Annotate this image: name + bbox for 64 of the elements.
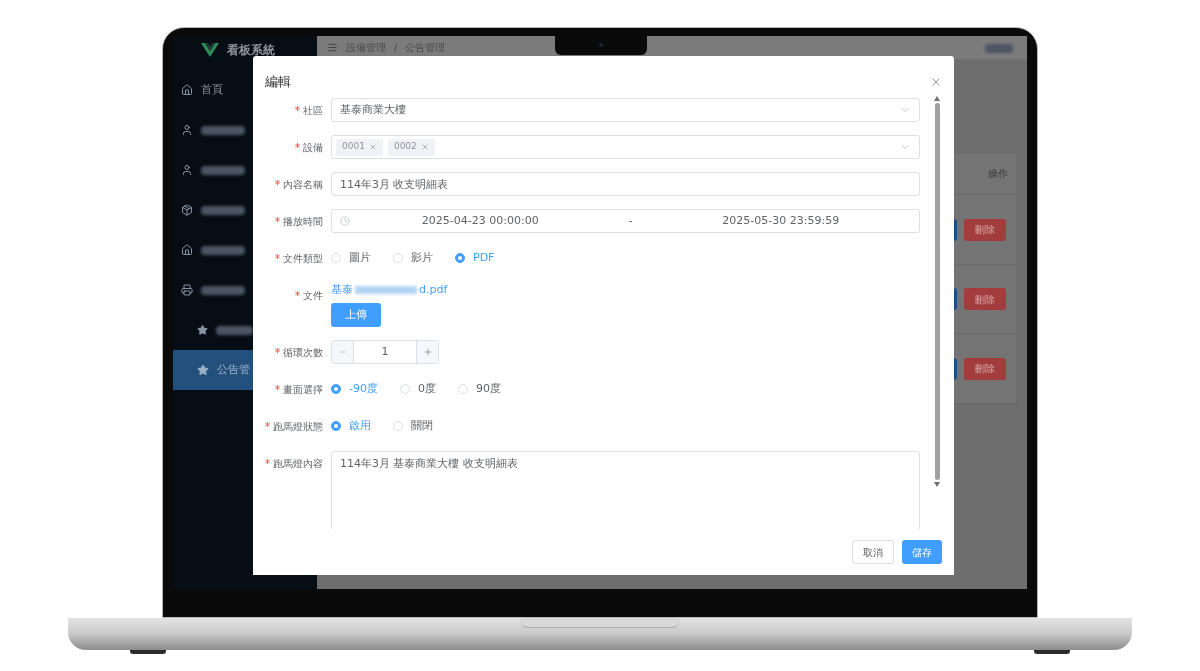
blurred-label <box>985 43 1013 53</box>
radio-option[interactable]: 90度 <box>457 380 501 398</box>
field-label: 循環次數 <box>283 345 323 360</box>
save-button[interactable]: 儲存 <box>902 540 942 564</box>
star-icon <box>197 324 209 336</box>
sidebar-item[interactable]: 公告管 <box>173 350 253 390</box>
radio-option[interactable]: 關閉 <box>393 417 433 435</box>
sidebar-item[interactable]: 首頁 <box>173 70 253 110</box>
radio-option[interactable]: 0度 <box>399 380 436 398</box>
clock-icon <box>340 216 350 226</box>
blurred-label <box>201 285 245 295</box>
device-tag[interactable]: 0001 <box>336 138 383 156</box>
field-label: 文件 <box>303 288 323 303</box>
field-label: 跑馬燈內容 <box>273 456 323 471</box>
name-input[interactable]: 114年3月 收支明細表 <box>331 172 920 196</box>
delete-button[interactable]: 刪除 <box>964 357 1006 380</box>
nav-icon <box>181 244 193 256</box>
upload-button[interactable]: 上傳 <box>331 303 381 327</box>
nav-icon <box>181 84 193 96</box>
nav-icon <box>181 164 193 176</box>
radio-option[interactable]: 啟用 <box>331 417 371 435</box>
blurred-label <box>201 205 245 215</box>
close-icon[interactable] <box>420 143 429 151</box>
app-title: 看板系統 <box>227 42 275 59</box>
cancel-button[interactable]: 取消 <box>852 540 894 564</box>
star-icon <box>197 364 209 376</box>
nav-icon <box>181 124 193 136</box>
marquee-textarea[interactable]: 114年3月 基泰商業大樓 收支明細表 <box>331 451 920 529</box>
field-label: 播放時間 <box>283 214 323 229</box>
close-icon[interactable] <box>930 76 942 88</box>
delete-button[interactable]: 刪除 <box>964 288 1006 311</box>
community-select[interactable]: 基泰商業大樓 <box>331 98 920 122</box>
radio-option[interactable]: 影片 <box>393 249 433 267</box>
blurred-label <box>216 325 253 335</box>
nav-icon <box>181 204 193 216</box>
field-label: 內容名稱 <box>283 177 323 192</box>
number-stepper[interactable]: 1 <box>331 340 439 364</box>
delete-button[interactable]: 刪除 <box>964 218 1006 241</box>
blurred-label <box>201 165 245 175</box>
field-label: 跑馬燈狀態 <box>273 419 323 434</box>
file-link[interactable]: 基泰 d.pdf <box>331 283 448 297</box>
date-range-field[interactable]: 2025-04-23 00:00:00 - 2025-05-30 23:59:59 <box>331 209 920 233</box>
radio-option[interactable]: PDF <box>455 249 495 267</box>
blurred-label <box>201 245 245 255</box>
field-label: 畫面選擇 <box>283 382 323 397</box>
field-label: 文件類型 <box>283 251 323 266</box>
device-select[interactable]: 0001 0002 <box>331 135 920 159</box>
nav-icon <box>181 284 193 296</box>
laptop-foot <box>130 650 166 654</box>
sidebar-label: 首頁 <box>201 81 223 98</box>
blurred-label <box>201 125 245 135</box>
laptop-foot <box>1034 650 1070 654</box>
radio-option[interactable]: 圖片 <box>331 249 371 267</box>
logo-icon <box>201 43 219 57</box>
sidebar-label: 公告管 <box>217 361 250 378</box>
device-tag[interactable]: 0002 <box>387 138 435 156</box>
dialog-title: 編輯 <box>265 73 291 92</box>
field-label: 設備 <box>303 140 323 155</box>
plus-icon[interactable] <box>422 347 433 357</box>
field-label: 社區 <box>303 103 323 118</box>
close-icon[interactable] <box>368 143 377 151</box>
breadcrumb-separator: / <box>394 41 398 55</box>
menu-icon[interactable] <box>327 42 338 53</box>
radio-option[interactable]: -90度 <box>331 380 378 398</box>
